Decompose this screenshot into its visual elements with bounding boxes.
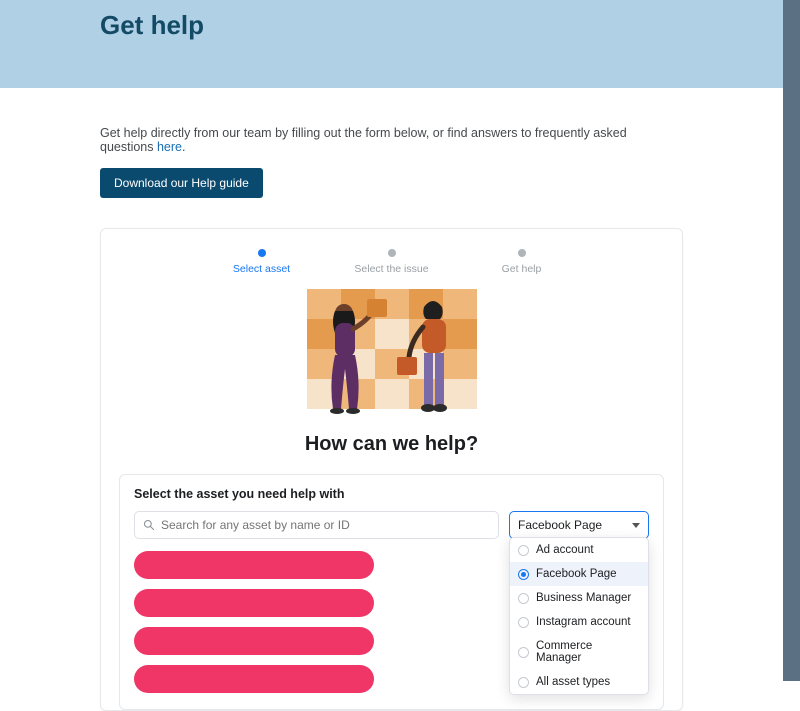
dropdown-option-instagram-account[interactable]: Instagram account [510, 610, 648, 634]
dropdown-option-ad-account[interactable]: Ad account [510, 538, 648, 562]
asset-type-dropdown: Ad account Facebook Page Business Manage… [509, 537, 649, 695]
step-get-help: Get help [457, 249, 587, 275]
radio-icon [518, 677, 529, 688]
page-banner: Get help [0, 0, 783, 88]
chevron-down-icon [632, 523, 640, 528]
dropdown-option-all-asset-types[interactable]: All asset types [510, 670, 648, 694]
intro-text: Get help directly from our team by filli… [0, 88, 783, 154]
step-dot-icon [388, 249, 396, 257]
search-icon [143, 519, 155, 531]
intro-text-after: . [182, 140, 185, 154]
radio-icon [518, 545, 529, 556]
download-help-guide-button[interactable]: Download our Help guide [100, 168, 263, 198]
faq-link[interactable]: here [157, 140, 182, 154]
asset-select-panel: Select the asset you need help with Face… [119, 474, 664, 710]
dropdown-option-label: Instagram account [536, 616, 631, 628]
asset-search-input[interactable] [161, 518, 490, 532]
dropdown-option-facebook-page[interactable]: Facebook Page [510, 562, 648, 586]
asset-result-placeholder[interactable] [134, 589, 374, 617]
help-card: Select asset Select the issue Get help [100, 228, 683, 711]
search-row: Facebook Page [134, 511, 649, 539]
panel-title: Select the asset you need help with [134, 487, 649, 501]
illustration [119, 283, 664, 423]
step-label: Select the issue [354, 263, 428, 275]
asset-type-select[interactable]: Facebook Page [509, 511, 649, 539]
step-dot-icon [518, 249, 526, 257]
asset-search-box[interactable] [134, 511, 499, 539]
asset-result-placeholder[interactable] [134, 551, 374, 579]
radio-icon [518, 647, 529, 658]
step-select-issue: Select the issue [327, 249, 457, 275]
page-title: Get help [100, 10, 204, 41]
step-label: Select asset [233, 263, 290, 275]
dropdown-option-label: Business Manager [536, 592, 631, 604]
step-dot-icon [258, 249, 266, 257]
asset-type-selected-label: Facebook Page [518, 518, 602, 532]
dropdown-option-commerce-manager[interactable]: Commerce Manager [510, 634, 648, 670]
dropdown-option-label: Ad account [536, 544, 594, 556]
progress-stepper: Select asset Select the issue Get help [119, 249, 664, 275]
dropdown-option-label: Commerce Manager [536, 640, 640, 664]
right-gutter [783, 0, 800, 681]
dropdown-option-label: All asset types [536, 676, 610, 688]
asset-result-placeholder[interactable] [134, 627, 374, 655]
dropdown-option-label: Facebook Page [536, 568, 617, 580]
radio-icon [518, 617, 529, 628]
step-label: Get help [502, 263, 542, 275]
asset-result-placeholder[interactable] [134, 665, 374, 693]
radio-icon [518, 569, 529, 580]
puzzle-people-illustration-icon [277, 283, 507, 423]
help-headline: How can we help? [119, 433, 664, 456]
step-select-asset: Select asset [197, 249, 327, 275]
dropdown-option-business-manager[interactable]: Business Manager [510, 586, 648, 610]
radio-icon [518, 593, 529, 604]
